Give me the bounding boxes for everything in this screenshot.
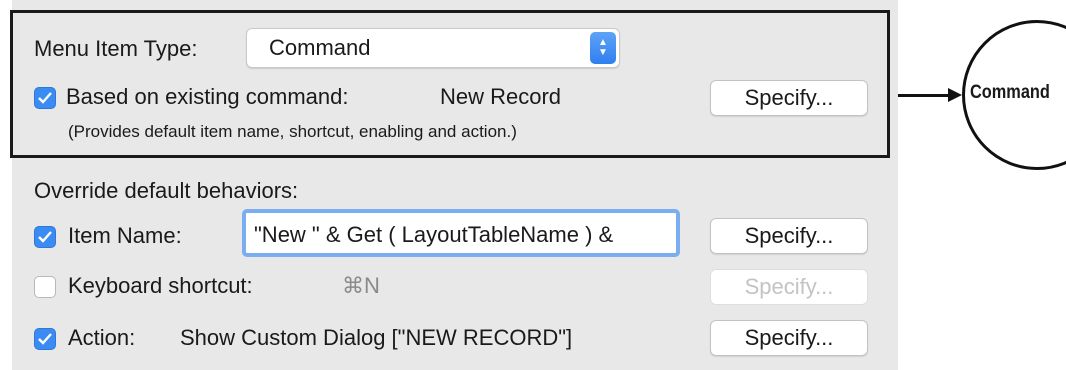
item-name-value: "New " & Get ( LayoutTableName ) & [254, 222, 614, 247]
item-name-field[interactable]: "New " & Get ( LayoutTableName ) & [242, 209, 680, 257]
keyboard-shortcut-value: ⌘N [342, 273, 380, 298]
item-name-checkbox[interactable] [34, 226, 56, 248]
callout-label: Command [970, 82, 1050, 103]
up-down-chevron-icon[interactable]: ▲ ▼ [590, 32, 616, 64]
keyboard-shortcut-label: Keyboard shortcut: [68, 273, 253, 298]
action-checkbox[interactable] [34, 328, 56, 350]
item-name-label: Item Name: [68, 223, 182, 248]
existing-command-value: New Record [440, 84, 562, 109]
based-on-existing-label: Based on existing command: [66, 84, 349, 109]
keyboard-shortcut-checkbox[interactable] [34, 276, 56, 298]
menu-item-type-popup[interactable]: Command ▲ ▼ [246, 28, 620, 68]
arrow-right-icon [948, 88, 962, 102]
checkmark-icon [38, 231, 52, 243]
checkmark-icon [38, 92, 52, 104]
menu-item-type-label: Menu Item Type: [34, 36, 198, 61]
specify-command-button[interactable]: Specify... [710, 80, 868, 116]
based-on-note: (Provides default item name, shortcut, e… [68, 122, 517, 141]
checkmark-icon [38, 333, 52, 345]
callout-arrow-line [898, 94, 954, 97]
menu-item-type-value: Command [269, 35, 371, 60]
action-value: Show Custom Dialog ["NEW RECORD"] [180, 325, 573, 350]
specify-item-name-button[interactable]: Specify... [710, 218, 868, 254]
action-label: Action: [68, 325, 136, 350]
based-on-existing-checkbox[interactable] [34, 87, 56, 109]
specify-action-button[interactable]: Specify... [710, 320, 868, 356]
override-heading: Override default behaviors: [34, 178, 299, 203]
specify-shortcut-button[interactable]: Specify... [710, 269, 868, 305]
